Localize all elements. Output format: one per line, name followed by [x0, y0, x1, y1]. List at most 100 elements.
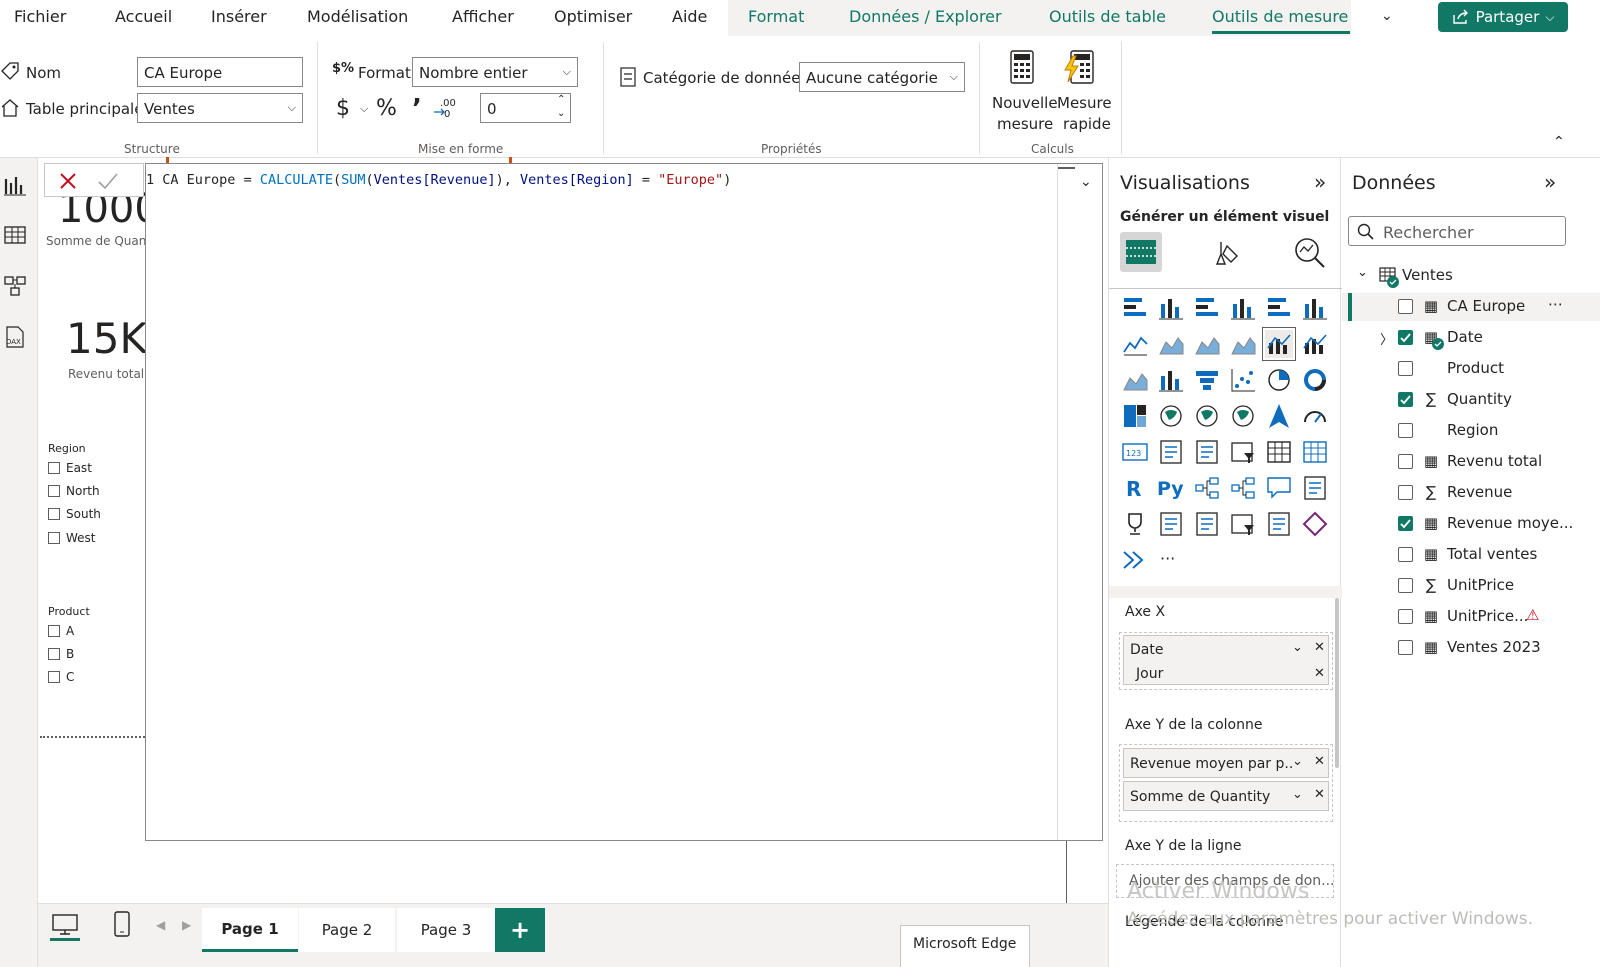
currency-button[interactable]: $	[336, 96, 350, 121]
page-tab-3[interactable]: Page 3	[397, 908, 495, 952]
measure-name-input[interactable]: CA Europe	[137, 57, 303, 87]
line-and-column-chart-icon[interactable]	[1262, 327, 1296, 361]
menu-afficher[interactable]: Afficher	[452, 7, 514, 26]
ribbon-chart-icon[interactable]	[1121, 366, 1149, 394]
tab-format[interactable]: Format	[748, 7, 804, 26]
filled-map-icon[interactable]	[1193, 402, 1221, 430]
smart-narrative-icon[interactable]	[1301, 474, 1329, 502]
field-item[interactable]: ▦ CA Europe ⋯	[1342, 293, 1600, 321]
multi-row-card-icon[interactable]	[1157, 438, 1185, 466]
field-checkbox[interactable]	[1398, 423, 1413, 438]
metrics-icon[interactable]	[1121, 510, 1149, 538]
slicer-region-item[interactable]: South	[48, 507, 101, 521]
power-automate-icon[interactable]	[1121, 546, 1149, 574]
gauge-icon[interactable]	[1301, 402, 1329, 430]
clustered-column-chart-icon[interactable]	[1229, 294, 1257, 322]
checkbox[interactable]	[48, 625, 60, 637]
menu-inserer[interactable]: Insérer	[211, 7, 267, 26]
pane-scrollbar[interactable]	[1335, 598, 1339, 768]
mobile-layout-icon[interactable]	[114, 911, 130, 937]
donut-chart-icon[interactable]	[1301, 366, 1329, 394]
slicer-region-item[interactable]: West	[48, 531, 96, 545]
paginated-report-icon[interactable]	[1157, 510, 1185, 538]
remove-field-icon[interactable]: ✕	[1314, 787, 1325, 802]
share-button[interactable]: Partager ⌵	[1438, 2, 1568, 32]
field-item[interactable]: Region	[1342, 417, 1600, 445]
matrix-icon[interactable]	[1301, 438, 1329, 466]
stacked-area-chart-icon[interactable]	[1193, 330, 1221, 358]
collapse-ribbon-icon[interactable]: ⌃	[1553, 134, 1565, 150]
decimal-icon[interactable]: .000	[432, 96, 456, 120]
data-category-select[interactable]: Aucune catégorie ⌵	[799, 62, 965, 92]
field-item[interactable]: ∑ UnitPrice	[1342, 572, 1600, 600]
map-icon[interactable]	[1157, 402, 1185, 430]
scrollbar-thumb[interactable]	[1058, 167, 1075, 169]
field-item[interactable]: ▦ Revenu total	[1342, 448, 1600, 476]
x-axis-well[interactable]: Date Jour ⌄ ✕ ✕	[1119, 632, 1333, 690]
expand-chevron-icon[interactable]: ⌄	[1292, 754, 1303, 769]
collapse-pane-icon[interactable]: »	[1544, 170, 1556, 194]
checkbox[interactable]	[48, 462, 60, 474]
arcgis-icon[interactable]	[1265, 510, 1293, 538]
menu-aide[interactable]: Aide	[672, 7, 707, 26]
field-item[interactable]: 〉 ▦ Date	[1342, 324, 1600, 352]
100-stacked-area-chart-icon[interactable]	[1229, 330, 1257, 358]
field-item[interactable]: ▦ UnitPrice... ⚠	[1342, 603, 1600, 631]
pie-chart-icon[interactable]	[1265, 366, 1293, 394]
expand-chevron-icon[interactable]: ⌄	[1292, 787, 1303, 802]
scatter-chart-icon[interactable]	[1229, 366, 1257, 394]
dax-formula-editor[interactable]: 1 CA Europe = CALCULATE(SUM(Ventes[Reven…	[145, 163, 1103, 841]
slicer-icon[interactable]	[1229, 438, 1257, 466]
desktop-layout-icon[interactable]	[52, 914, 78, 936]
tab-outils-de-table[interactable]: Outils de table	[1049, 7, 1166, 26]
field-checkbox[interactable]	[1398, 578, 1413, 593]
power-apps-icon[interactable]	[1301, 510, 1329, 538]
checkbox[interactable]	[48, 485, 60, 497]
remove-field-icon[interactable]: ✕	[1314, 640, 1325, 655]
currency-chevron-icon[interactable]: ⌵	[360, 102, 368, 116]
field-item[interactable]: ▦ Ventes 2023	[1342, 634, 1600, 662]
scroll-right-icon[interactable]: ▶	[182, 918, 191, 932]
slicer-region-item[interactable]: North	[48, 484, 100, 498]
slicer-product-item[interactable]: C	[48, 670, 74, 684]
page-tab-2[interactable]: Page 2	[299, 908, 395, 952]
stacked-column-chart-icon[interactable]	[1157, 294, 1185, 322]
100-stacked-column-chart-icon[interactable]	[1301, 294, 1329, 322]
field-checkbox[interactable]	[1398, 392, 1413, 407]
azure-map-icon[interactable]	[1265, 402, 1293, 430]
menu-modelisation[interactable]: Modélisation	[307, 7, 408, 26]
home-table-select[interactable]: Ventes ⌵	[137, 93, 303, 123]
x-axis-field-pill[interactable]: Date Jour ⌄ ✕ ✕	[1123, 635, 1329, 685]
100-stacked-bar-chart-icon[interactable]	[1265, 294, 1293, 322]
field-item[interactable]: ▦ Revenue moye...	[1342, 510, 1600, 538]
menu-accueil[interactable]: Accueil	[115, 7, 172, 26]
qa-icon[interactable]	[1265, 474, 1293, 502]
ribbon-more-chevron-icon[interactable]: ⌄	[1381, 8, 1393, 24]
analytics-icon[interactable]	[1293, 236, 1327, 268]
add-page-button[interactable]: +	[495, 908, 545, 952]
line-chart-icon[interactable]	[1121, 330, 1149, 358]
slicer-product-item[interactable]: B	[48, 647, 74, 661]
key-influencers-icon[interactable]	[1193, 474, 1221, 502]
field-checkbox[interactable]	[1398, 609, 1413, 624]
y-column-field-pill[interactable]: Somme de Quantity ⌄ ✕	[1123, 781, 1329, 811]
shape-map-icon[interactable]	[1229, 402, 1257, 430]
scroll-left-icon[interactable]: ◀	[156, 918, 165, 932]
funnel-chart-icon[interactable]	[1193, 366, 1221, 394]
y-column-field-pill[interactable]: Revenue moyen par p... ⌄ ✕	[1123, 748, 1329, 778]
percent-button[interactable]: %	[376, 96, 397, 121]
build-visual-tab[interactable]	[1120, 232, 1162, 272]
spinner-down-icon[interactable]: ⌄	[557, 108, 565, 119]
remove-field-icon[interactable]: ✕	[1314, 754, 1325, 769]
stacked-bar-chart-icon[interactable]	[1121, 294, 1149, 322]
slicer-product-item[interactable]: A	[48, 624, 74, 638]
expand-formula-chevron-icon[interactable]: ⌄	[1080, 174, 1092, 190]
y-column-well[interactable]: Revenue moyen par p... ⌄ ✕ Somme de Quan…	[1119, 744, 1333, 822]
expand-chevron-icon[interactable]: ⌄	[1357, 265, 1368, 280]
slicer-region-item[interactable]: East	[48, 461, 92, 475]
decomposition-tree-icon[interactable]	[1229, 474, 1257, 502]
clustered-bar-chart-icon[interactable]	[1193, 294, 1221, 322]
line-and-stacked-column-chart-icon[interactable]	[1301, 330, 1329, 358]
menu-fichier[interactable]: Fichier	[14, 7, 66, 26]
thousands-separator-button[interactable]: ’	[412, 94, 422, 124]
